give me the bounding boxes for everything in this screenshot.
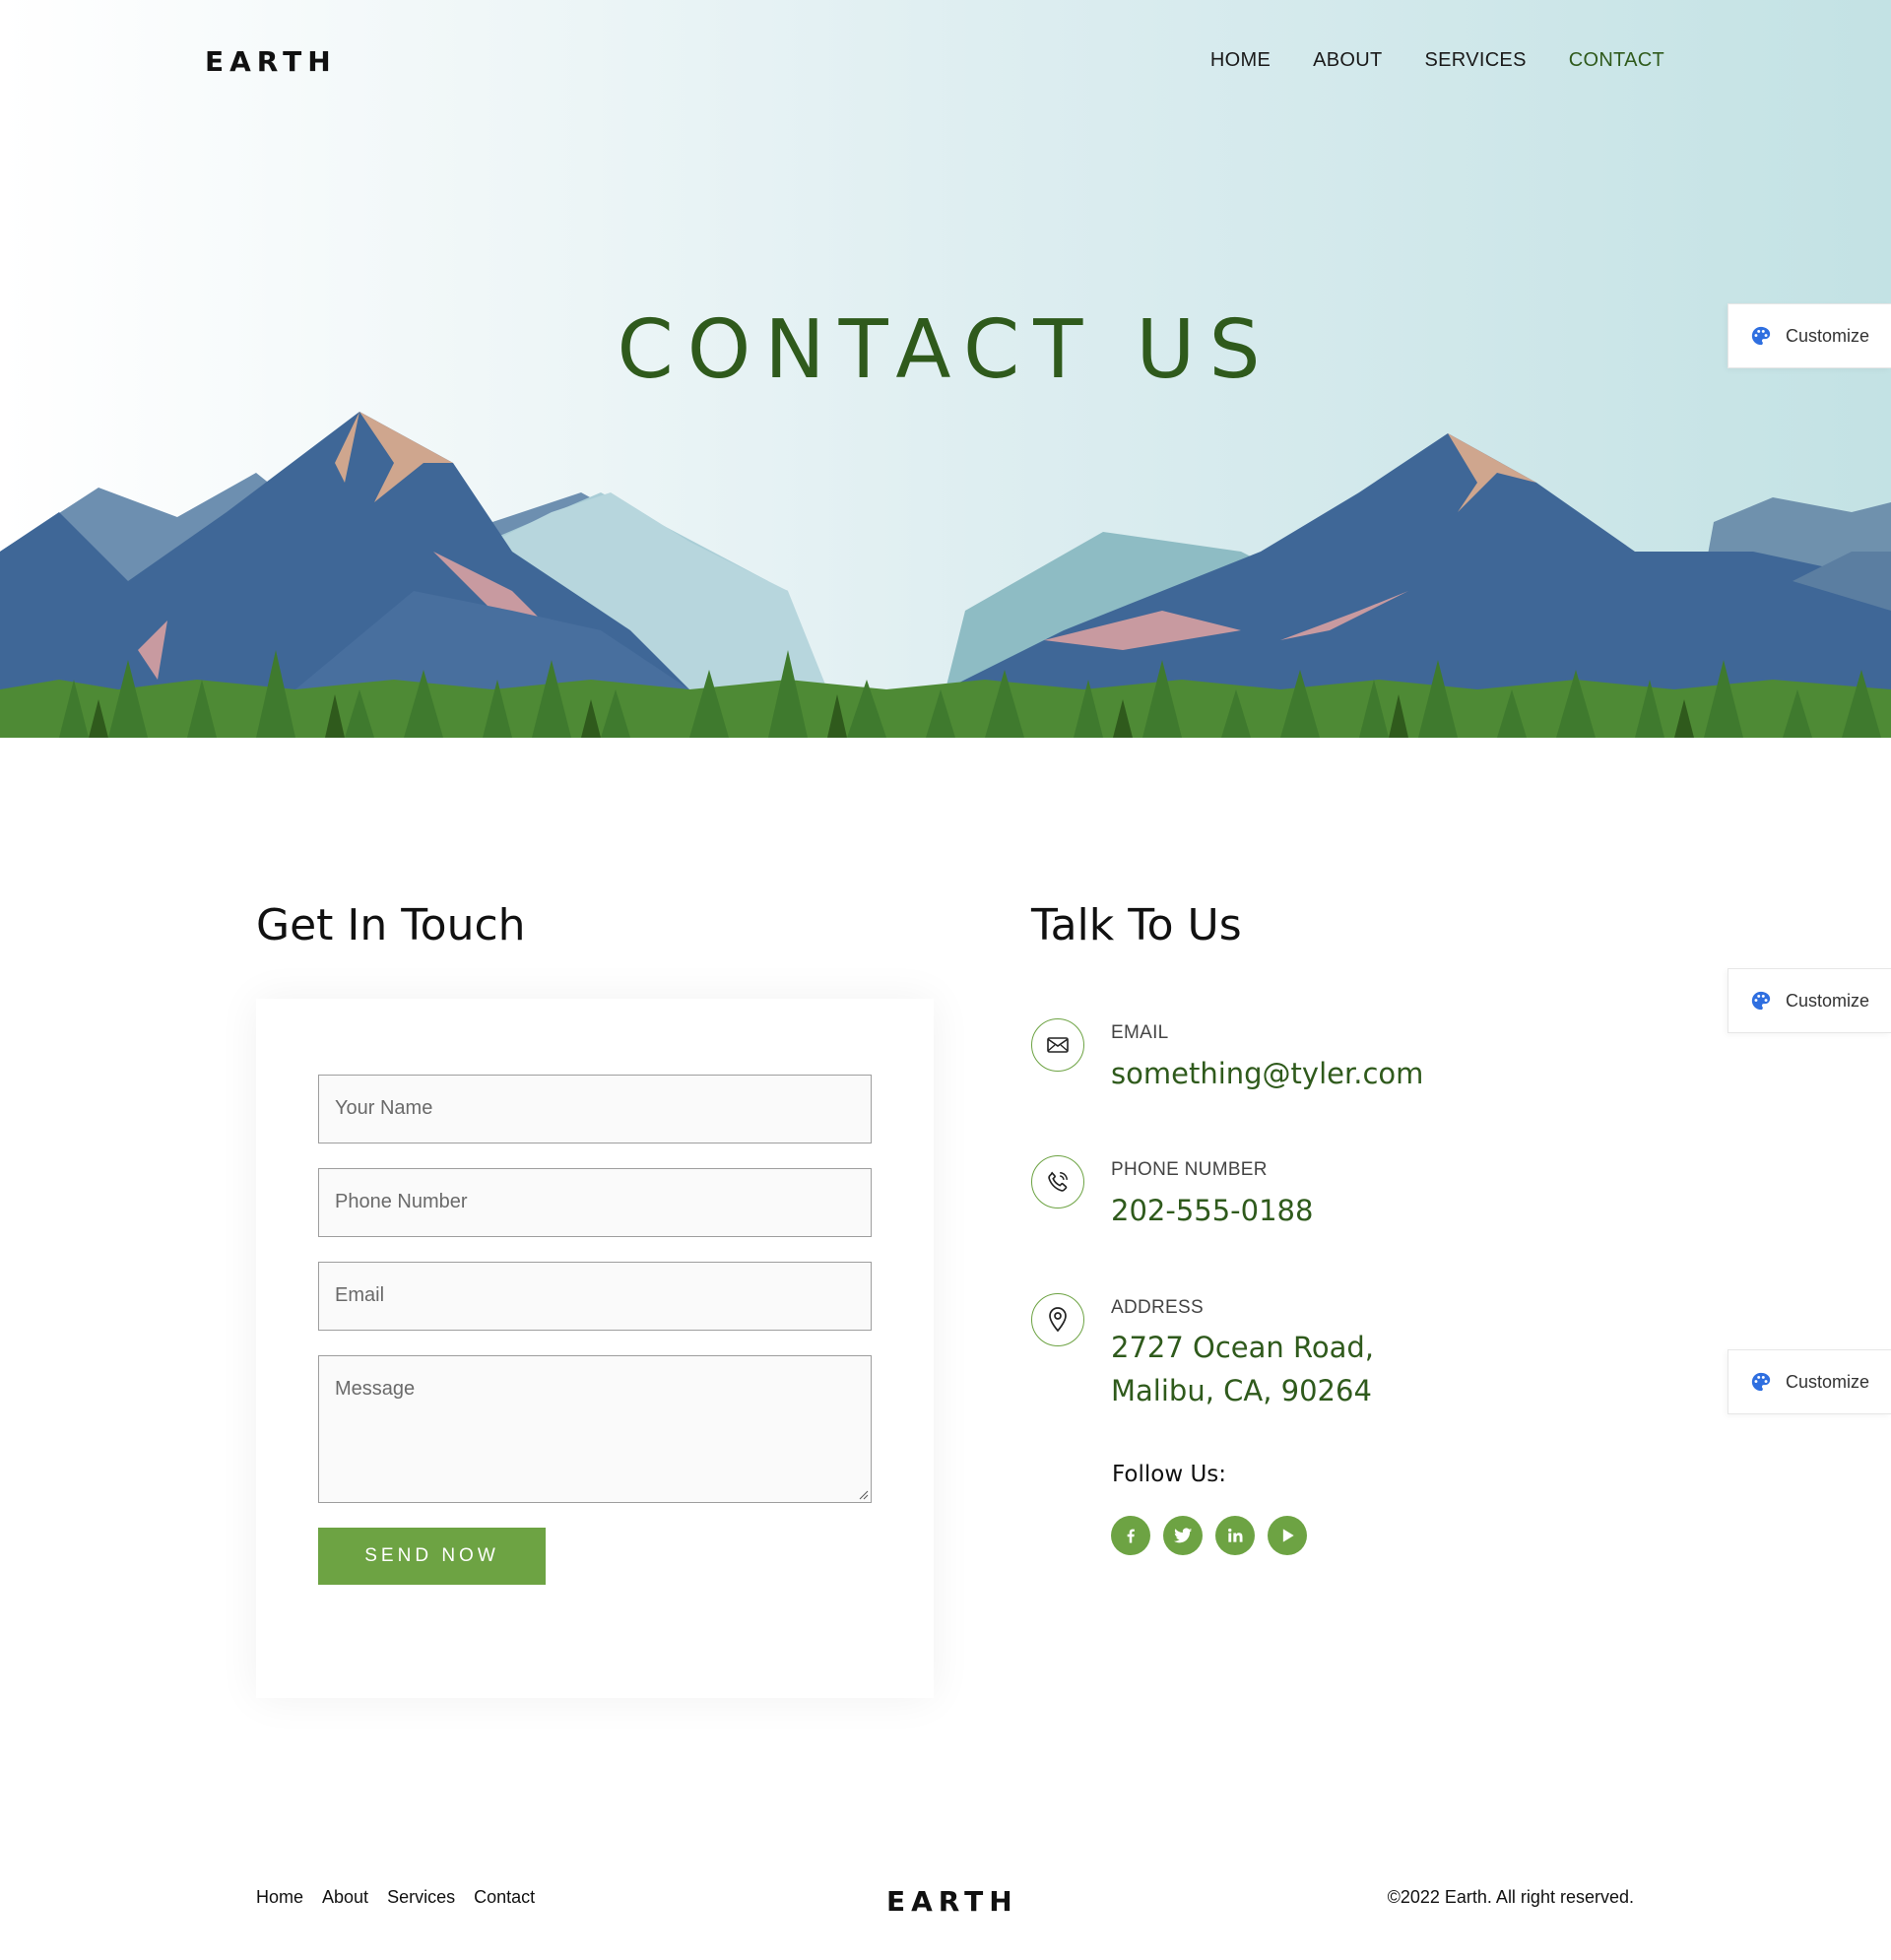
linkedin-icon[interactable] [1215, 1516, 1255, 1555]
youtube-icon[interactable] [1268, 1516, 1307, 1555]
customize-label: Customize [1786, 990, 1870, 1011]
customize-label: Customize [1786, 325, 1870, 346]
nav-item-services[interactable]: SERVICES [1425, 49, 1527, 72]
footer-link-home[interactable]: Home [256, 1887, 303, 1908]
customize-button[interactable]: Customize [1728, 1349, 1891, 1414]
form-section-title: Get In Touch [256, 900, 526, 950]
send-now-button[interactable]: SEND NOW [318, 1528, 546, 1585]
footer-nav: Home About Services Contact [256, 1887, 535, 1908]
nav-item-home[interactable]: HOME [1210, 49, 1271, 72]
contact-section-title: Talk To Us [1031, 900, 1242, 950]
hero-banner: EARTH HOME ABOUT SERVICES CONTACT CONTAC… [0, 0, 1891, 738]
footer-link-contact[interactable]: Contact [474, 1887, 535, 1908]
copyright-text: ©2022 Earth. All right reserved. [1387, 1887, 1634, 1907]
twitter-icon[interactable] [1163, 1516, 1203, 1555]
message-textarea[interactable]: Message [318, 1355, 872, 1503]
phone-input[interactable]: Phone Number [318, 1168, 872, 1237]
customize-label: Customize [1786, 1371, 1870, 1392]
main-nav: HOME ABOUT SERVICES CONTACT [1210, 49, 1664, 72]
customize-button[interactable]: Customize [1728, 968, 1891, 1033]
message-placeholder: Message [335, 1378, 416, 1400]
envelope-icon [1031, 1018, 1084, 1072]
palette-icon [1751, 991, 1771, 1011]
address-line-1: 2727 Ocean Road, [1111, 1331, 1374, 1364]
follow-us-label: Follow Us: [1112, 1462, 1227, 1487]
page-title: CONTACT US [617, 303, 1274, 397]
resize-handle-icon[interactable] [859, 1490, 869, 1500]
phone-icon [1031, 1155, 1084, 1209]
customize-button[interactable]: Customize [1728, 303, 1891, 368]
facebook-icon[interactable] [1111, 1516, 1150, 1555]
footer-logo[interactable]: EARTH [886, 1885, 1018, 1918]
address-label: ADDRESS [1111, 1297, 1204, 1318]
footer-link-services[interactable]: Services [387, 1887, 455, 1908]
address-line-2: Malibu, CA, 90264 [1111, 1374, 1372, 1407]
email-input[interactable]: Email [318, 1262, 872, 1331]
phone-value[interactable]: 202-555-0188 [1111, 1189, 1313, 1232]
email-value[interactable]: something@tyler.com [1111, 1052, 1423, 1095]
name-input[interactable]: Your Name [318, 1075, 872, 1143]
palette-icon [1751, 326, 1771, 346]
map-pin-icon [1031, 1293, 1084, 1346]
footer-link-about[interactable]: About [322, 1887, 368, 1908]
site-logo[interactable]: EARTH [205, 45, 337, 78]
nav-item-contact[interactable]: CONTACT [1569, 49, 1664, 72]
contact-form: Your Name Phone Number Email Message SEN… [256, 999, 934, 1698]
phone-label: PHONE NUMBER [1111, 1159, 1268, 1180]
social-links [1111, 1516, 1307, 1555]
palette-icon [1751, 1372, 1771, 1392]
nav-item-about[interactable]: ABOUT [1313, 49, 1382, 72]
email-label: EMAIL [1111, 1022, 1169, 1043]
